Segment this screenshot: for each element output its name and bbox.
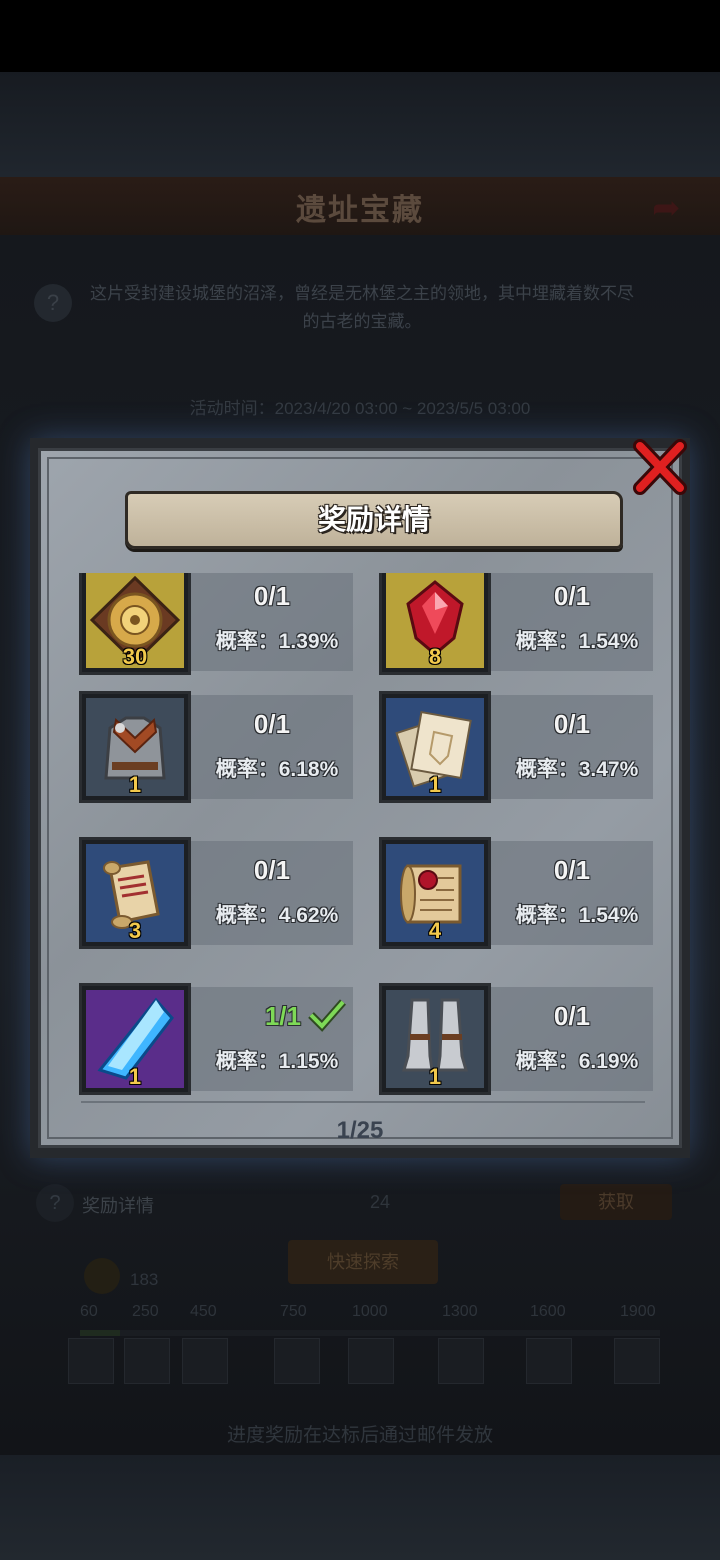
drop-rate: 概率：1.39% — [215, 630, 339, 653]
milestone-label: 450 — [190, 1303, 217, 1320]
milestone-reward-slot — [438, 1338, 484, 1384]
item-quantity: 1 — [428, 1064, 442, 1089]
coin-icon — [84, 1258, 120, 1294]
reward-card[interactable]: 1 0/1 概率：6.18% — [79, 691, 363, 807]
reward-progress: 0/1 — [553, 1001, 591, 1031]
item-slot[interactable]: 8 — [379, 573, 491, 675]
shovel-count: 24 — [370, 1192, 391, 1212]
reward-progress: 0/1 — [253, 855, 291, 885]
item-quantity: 30 — [122, 644, 148, 669]
event-description: 这片受封建设城堡的沼泽，曾经是无林堡之主的领地，其中埋藏着数不尽的古老的宝藏。 — [90, 284, 634, 331]
footer-note: 进度奖励在达标后通过邮件发放 — [226, 1425, 493, 1446]
item-slot[interactable]: 1 — [379, 983, 491, 1095]
reward-progress: 1/1 — [264, 1001, 301, 1031]
item-slot[interactable]: 1 — [379, 691, 491, 803]
item-quantity: 8 — [428, 644, 442, 669]
title-banner: 奖励详情 — [125, 491, 623, 549]
reward-card[interactable]: 3 0/1 概率：4.62% — [79, 837, 363, 953]
header-area — [0, 72, 720, 177]
milestone-reward-slot — [182, 1338, 228, 1384]
reward-card[interactable]: 1 1/1 概率：1.15% — [79, 983, 363, 1099]
back-arrow-icon: ➦ — [652, 189, 681, 227]
page-indicator: 1/25 — [336, 1117, 384, 1144]
reward-card[interactable]: 30 0/1 概率：1.39% — [79, 573, 363, 679]
modal-title: 奖励详情 — [317, 504, 430, 535]
reward-progress: 0/1 — [253, 581, 291, 611]
item-quantity: 1 — [128, 1064, 142, 1089]
milestone-reward-slot — [124, 1338, 170, 1384]
milestone-reward-slot — [526, 1338, 572, 1384]
milestone-reward-slot — [348, 1338, 394, 1384]
milestone-reward-slot — [614, 1338, 660, 1384]
milestone-label: 1000 — [352, 1303, 388, 1320]
reward-progress: 0/1 — [253, 709, 291, 739]
item-slot[interactable]: 1 — [79, 691, 191, 803]
question-icon: ? — [36, 1184, 74, 1222]
reward-card[interactable]: 1 0/1 概率：3.47% — [379, 691, 663, 807]
drop-rate: 概率：6.19% — [515, 1050, 639, 1073]
reward-details-modal: 奖励详情 30 0/1 概率：1.39% 8 0/1 概率：1.54% 1 0/… — [30, 438, 690, 1158]
reward-details-label: 奖励详情 — [82, 1196, 154, 1216]
bottom-area — [0, 1455, 720, 1560]
reward-grid[interactable]: 30 0/1 概率：1.39% 8 0/1 概率：1.54% 1 0/1 概率：… — [79, 573, 663, 1111]
divider — [81, 1101, 645, 1103]
drop-rate: 概率：3.47% — [515, 758, 639, 781]
page-title: 遗址宝藏 — [296, 194, 424, 227]
reward-details-row: ? 奖励详情 24 获取 — [30, 1178, 690, 1226]
info-icon: ? — [34, 284, 72, 322]
milestone-label: 1300 — [442, 1303, 478, 1320]
milestone-label: 1600 — [530, 1303, 566, 1320]
drop-rate: 概率：1.15% — [215, 1050, 339, 1073]
progress-track-fill — [80, 1330, 120, 1336]
item-quantity: 3 — [128, 918, 142, 943]
drop-rate: 概率：1.54% — [515, 630, 639, 653]
milestone-label: 750 — [280, 1303, 307, 1320]
points-value: 183 — [130, 1270, 159, 1289]
status-bar — [0, 0, 720, 72]
check-icon — [308, 999, 347, 1032]
item-quantity: 1 — [128, 772, 142, 797]
item-slot[interactable]: 30 — [79, 573, 191, 675]
milestone-label: 60 — [80, 1303, 98, 1320]
item-slot[interactable]: 4 — [379, 837, 491, 949]
event-time: 活动时间：2023/4/20 03:00 ~ 2023/5/5 03:00 — [189, 399, 531, 418]
milestone-label: 250 — [132, 1303, 159, 1320]
reward-card[interactable]: 8 0/1 概率：1.54% — [379, 573, 663, 679]
item-quantity: 1 — [428, 772, 442, 797]
milestone-reward-slot — [274, 1338, 320, 1384]
close-icon — [633, 439, 687, 495]
item-slot[interactable]: 3 — [79, 837, 191, 949]
close-button[interactable] — [630, 438, 690, 496]
item-slot[interactable]: 1 — [79, 983, 191, 1095]
quick-explore-button: 快速探索 — [288, 1240, 438, 1284]
milestone-label: 1900 — [620, 1303, 656, 1320]
get-button: 获取 — [560, 1184, 672, 1220]
milestone-reward-slot — [68, 1338, 114, 1384]
drop-rate: 概率：1.54% — [515, 904, 639, 927]
reward-progress: 0/1 — [553, 855, 591, 885]
reward-card[interactable]: 4 0/1 概率：1.54% — [379, 837, 663, 953]
reward-progress: 0/1 — [553, 709, 591, 739]
reward-card[interactable]: 1 0/1 概率：6.19% — [379, 983, 663, 1099]
item-quantity: 4 — [428, 918, 442, 943]
drop-rate: 概率：6.18% — [215, 758, 339, 781]
progress-track — [80, 1330, 660, 1336]
reward-progress: 0/1 — [553, 581, 591, 611]
drop-rate: 概率：4.62% — [215, 904, 339, 927]
modal-panel: 奖励详情 30 0/1 概率：1.39% 8 0/1 概率：1.54% 1 0/… — [38, 448, 682, 1148]
